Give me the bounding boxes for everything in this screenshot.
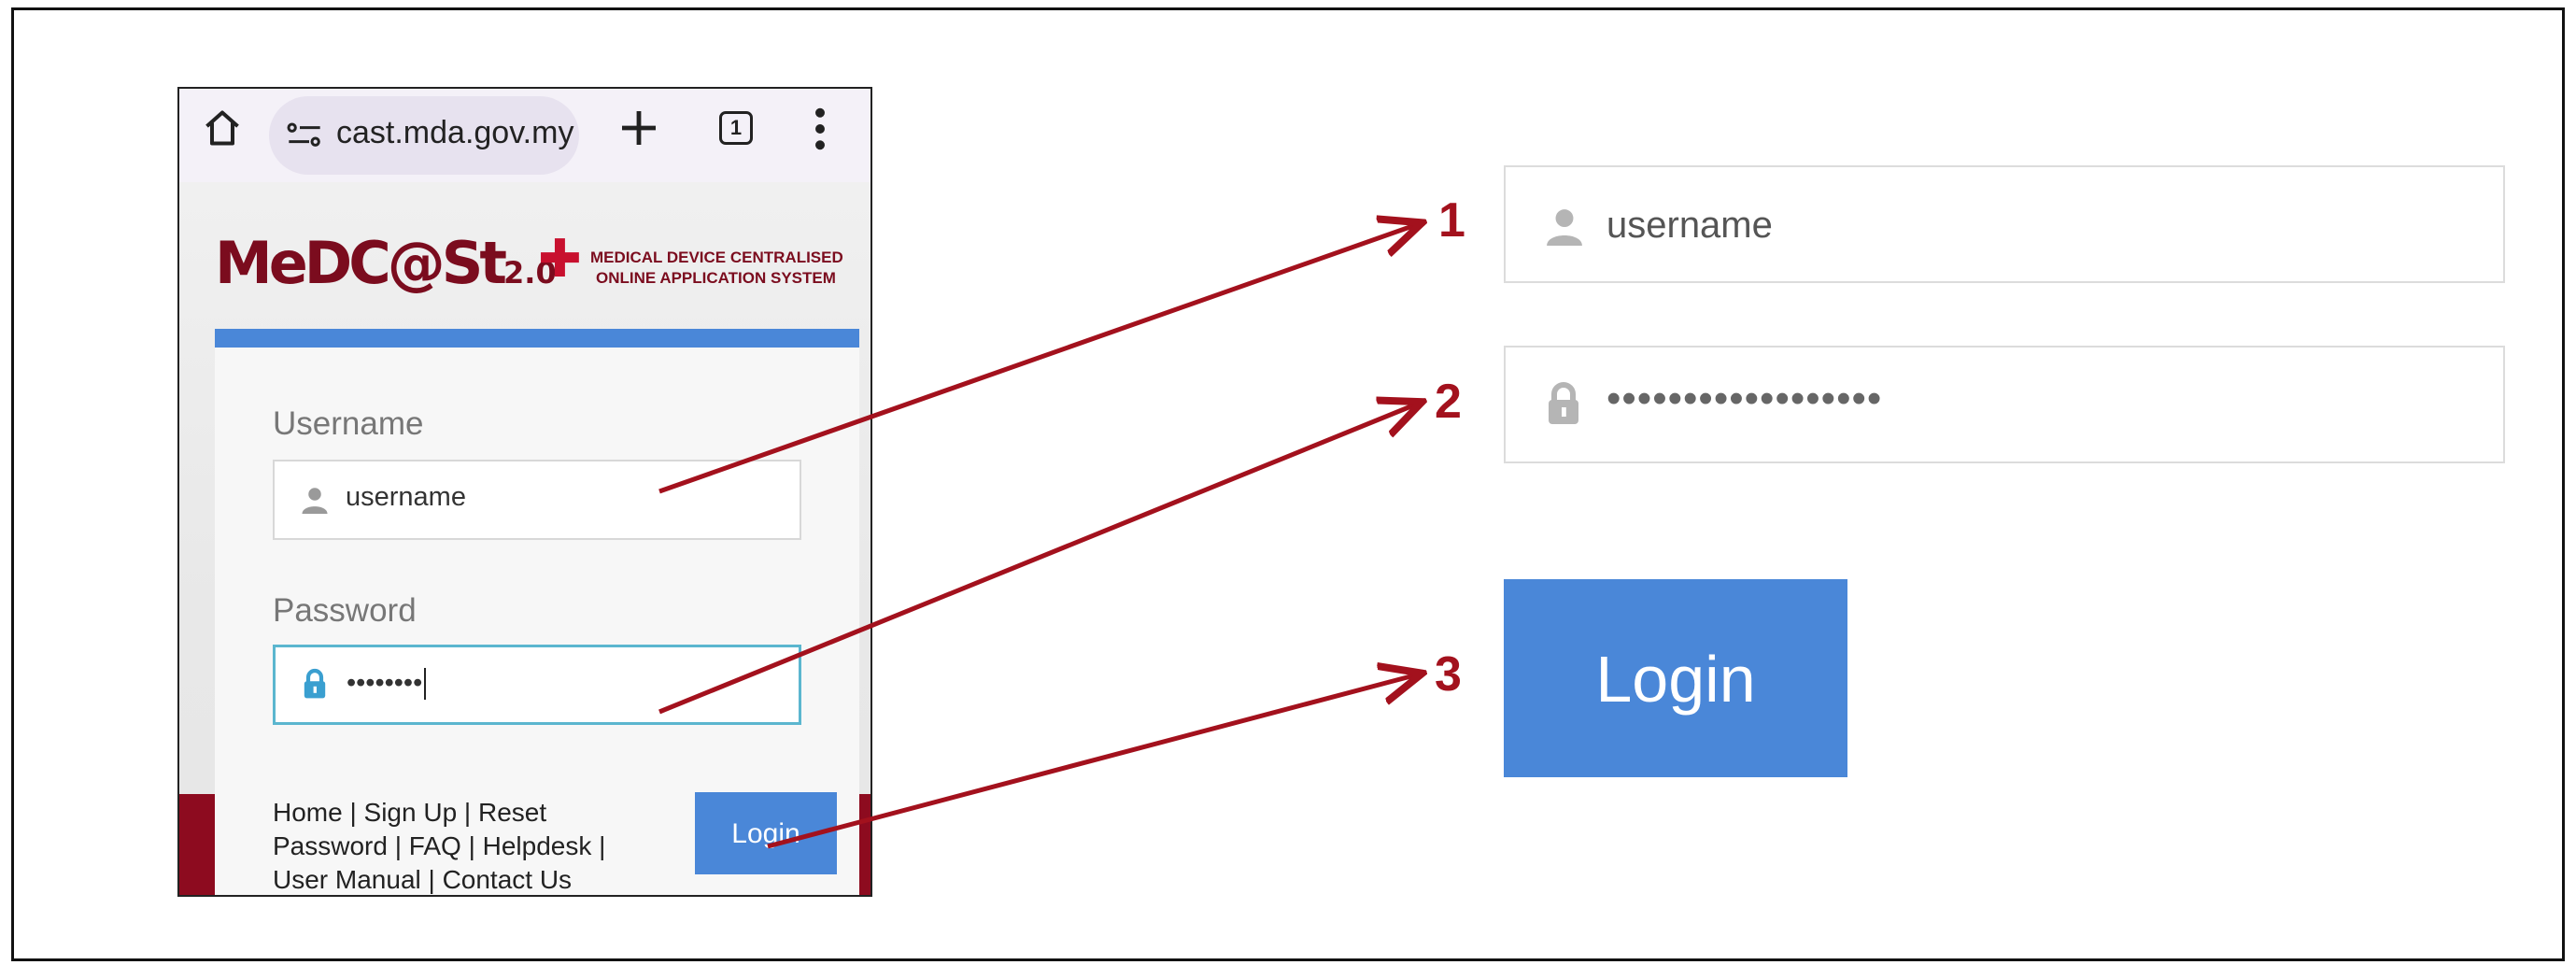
zoomed-password-value[interactable]: •••••••••••••••••• <box>1606 376 1882 422</box>
logo-tagline: MEDICAL DEVICE CENTRALISED ONLINE APPLIC… <box>590 248 843 287</box>
browser-toolbar: cast.mda.gov.my 1 <box>179 89 870 182</box>
more-vert-icon[interactable] <box>814 107 826 150</box>
user-icon <box>302 488 328 514</box>
callout-number-3: 3 <box>1435 647 1462 702</box>
footer-links[interactable]: Home | Sign Up | Reset Password | FAQ | … <box>273 796 628 895</box>
medcast-logo: MeDC@St2.0 ✚ MEDICAL DEVICE CENTRALISED … <box>215 229 859 313</box>
tune-icon[interactable] <box>286 119 323 152</box>
logo-wordmark: MeDC@St2.0 <box>215 229 557 297</box>
username-field[interactable]: username <box>273 460 801 540</box>
user-icon <box>1547 209 1582 246</box>
zoomed-password-field[interactable]: •••••••••••••••••• <box>1504 346 2505 463</box>
username-label: Username <box>273 405 424 442</box>
password-field[interactable]: •••••••• <box>273 645 801 725</box>
callout-number-1: 1 <box>1438 193 1465 248</box>
lock-icon <box>1549 382 1578 424</box>
password-label: Password <box>273 592 417 629</box>
phone-screenshot: cast.mda.gov.my 1 MeDC@St2.0 ✚ MEDICAL D… <box>177 87 872 897</box>
login-button[interactable]: Login <box>695 792 837 874</box>
login-card: Username username Password •••••••• Home… <box>215 329 859 895</box>
logo-plus-icon: ✚ <box>538 229 582 290</box>
address-bar[interactable]: cast.mda.gov.my <box>269 96 579 175</box>
username-value[interactable]: username <box>346 482 466 513</box>
zoomed-username-value[interactable]: username <box>1606 205 1773 247</box>
zoomed-username-field[interactable]: username <box>1504 165 2505 283</box>
lock-icon <box>304 668 326 699</box>
callout-number-2: 2 <box>1435 375 1462 429</box>
tabs-icon[interactable]: 1 <box>719 111 753 145</box>
home-icon[interactable] <box>202 107 243 149</box>
password-value[interactable]: •••••••• <box>347 668 427 701</box>
zoomed-login-button[interactable]: Login <box>1504 579 1847 777</box>
url-text[interactable]: cast.mda.gov.my <box>336 115 573 151</box>
text-caret <box>424 668 427 701</box>
plus-icon[interactable] <box>616 106 661 150</box>
